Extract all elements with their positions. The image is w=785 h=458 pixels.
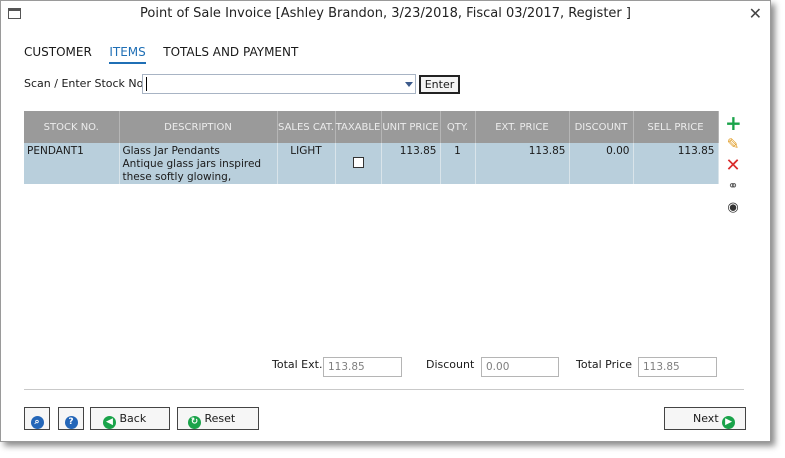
column-header-sell-price[interactable]: SELL PRICE xyxy=(633,111,719,143)
total-ext-field: 113.85 xyxy=(323,357,402,377)
reset-button-label: Reset xyxy=(204,412,236,425)
next-button-label: Next xyxy=(693,412,719,425)
chevron-down-icon[interactable] xyxy=(405,82,413,87)
close-icon[interactable]: ✕ xyxy=(749,4,762,23)
cell-stock-no[interactable]: PENDANT1 xyxy=(24,143,120,184)
window-title: Point of Sale Invoice [Ashley Brandon, 3… xyxy=(140,6,631,21)
discount-label: Discount xyxy=(426,358,475,371)
cell-description[interactable]: Glass Jar Pendants Antique glass jars in… xyxy=(119,143,278,184)
search-button[interactable]: ⌕ xyxy=(24,407,50,430)
column-header-taxable[interactable]: TAXABLE xyxy=(335,111,382,143)
cell-sell-price[interactable]: 113.85 xyxy=(633,143,719,184)
cell-ext-price[interactable]: 113.85 xyxy=(475,143,570,184)
search-icon: ⌕ xyxy=(30,416,44,429)
invoice-window: Point of Sale Invoice [Ashley Brandon, 3… xyxy=(0,0,771,442)
taxable-checkbox[interactable] xyxy=(352,157,364,168)
next-button[interactable]: Next ▶ xyxy=(664,407,746,430)
view-eye-icon[interactable]: ◉ xyxy=(725,199,741,216)
description-line: Antique glass jars inspired xyxy=(122,158,262,170)
edit-pencil-icon[interactable]: ✎ xyxy=(725,136,741,153)
column-header-ext-price[interactable]: EXT. PRICE xyxy=(475,111,570,143)
cell-unit-price[interactable]: 113.85 xyxy=(381,143,441,184)
delete-icon[interactable]: ✕ xyxy=(725,157,741,175)
footer-divider xyxy=(24,389,744,390)
stock-number-input[interactable] xyxy=(145,76,395,92)
tab-bar: CUSTOMER ITEMS TOTALS AND PAYMENT xyxy=(24,45,312,64)
title-bar: Point of Sale Invoice [Ashley Brandon, 3… xyxy=(1,1,770,29)
stock-number-combo[interactable] xyxy=(142,74,416,94)
description-line: Glass Jar Pendants xyxy=(122,145,220,157)
column-header-unit-price[interactable]: UNIT PRICE xyxy=(381,111,441,143)
tab-items[interactable]: ITEMS xyxy=(109,45,146,64)
cell-sales-cat[interactable]: LIGHT xyxy=(277,143,336,184)
table-row[interactable]: PENDANT1 Glass Jar Pendants Antique glas… xyxy=(24,143,719,184)
items-grid: STOCK NO. DESCRIPTION SALES CAT. TAXABLE… xyxy=(24,111,719,184)
column-header-discount[interactable]: DISCOUNT xyxy=(569,111,634,143)
total-price-field: 113.85 xyxy=(638,357,717,377)
back-arrow-icon: ◀ xyxy=(103,416,116,429)
binoculars-icon[interactable]: ⚭ xyxy=(725,178,741,195)
total-price-label: Total Price xyxy=(576,358,633,371)
help-button[interactable]: ? xyxy=(58,407,84,430)
back-button-label: Back xyxy=(119,412,147,425)
cell-discount[interactable]: 0.00 xyxy=(569,143,634,184)
row-action-toolbar: + ✎ ✕ ⚭ ◉ xyxy=(725,113,742,220)
back-button[interactable]: ◀ Back xyxy=(90,407,170,430)
grid-header-row: STOCK NO. DESCRIPTION SALES CAT. TAXABLE… xyxy=(24,111,719,143)
add-icon[interactable]: + xyxy=(725,113,742,133)
column-header-stock-no[interactable]: STOCK NO. xyxy=(24,111,120,143)
column-header-sales-cat[interactable]: SALES CAT. xyxy=(277,111,336,143)
cell-taxable[interactable] xyxy=(335,143,382,184)
reset-button[interactable]: ↻ Reset xyxy=(177,407,259,430)
column-header-description[interactable]: DESCRIPTION xyxy=(119,111,278,143)
column-header-qty[interactable]: QTY. xyxy=(440,111,476,143)
reset-icon: ↻ xyxy=(188,416,201,429)
help-icon: ? xyxy=(64,416,78,429)
tab-customer[interactable]: CUSTOMER xyxy=(24,45,92,62)
total-ext-label: Total Ext. xyxy=(272,358,323,371)
discount-field: 0.00 xyxy=(481,357,559,377)
tab-totals-and-payment[interactable]: TOTALS AND PAYMENT xyxy=(163,45,298,62)
next-arrow-icon: ▶ xyxy=(722,416,736,429)
cell-qty[interactable]: 1 xyxy=(440,143,476,184)
description-line: these softly glowing, xyxy=(122,171,232,183)
scan-label: Scan / Enter Stock No. xyxy=(24,77,147,90)
enter-button[interactable]: Enter xyxy=(419,75,460,94)
